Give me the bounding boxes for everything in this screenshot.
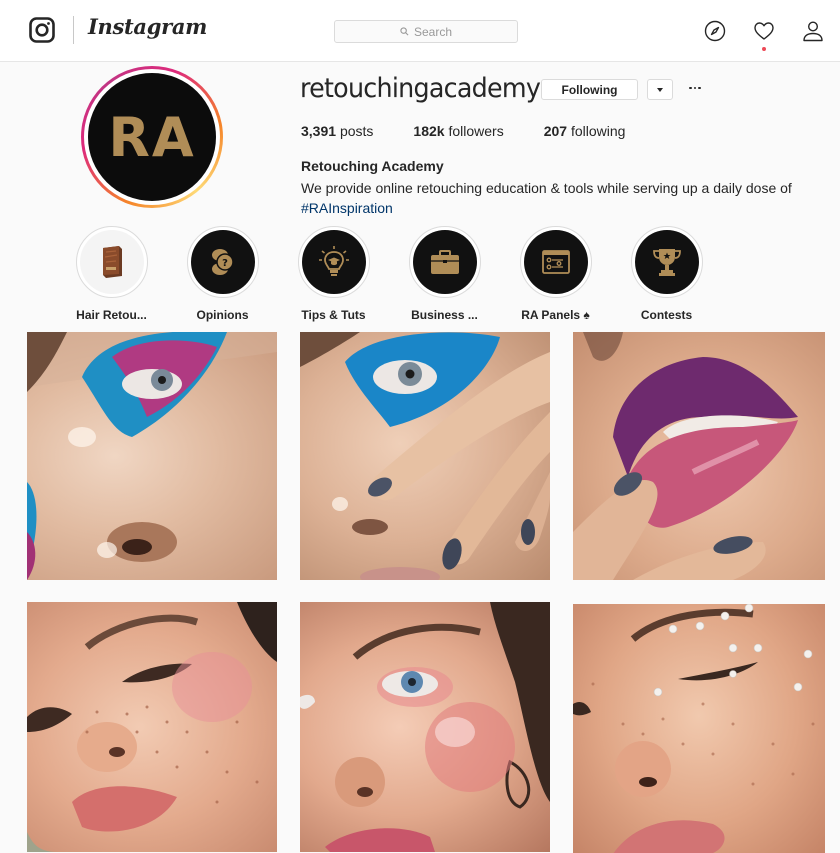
posts-stat: 3,391 posts	[301, 123, 374, 139]
activity-heart-icon[interactable]	[753, 20, 775, 51]
logo-divider	[73, 16, 74, 44]
highlight-label: Tips & Tuts	[301, 308, 366, 322]
profile-stats: 3,391 posts 182k followers 207 following	[301, 123, 665, 139]
post-thumbnail[interactable]	[300, 602, 550, 852]
suggestions-dropdown-button[interactable]	[647, 79, 673, 100]
post-image	[573, 332, 798, 580]
followers-stat[interactable]: 182k followers	[413, 123, 503, 139]
nav-icons	[704, 20, 824, 51]
highlight-label: RA Panels ♠	[521, 308, 590, 322]
profile-user-icon[interactable]	[802, 20, 824, 42]
search-icon	[400, 27, 409, 36]
highlight-opinions[interactable]: ? Opinions	[167, 226, 278, 322]
profile-username: retouchingacademy	[300, 73, 541, 104]
profile-avatar-story-ring[interactable]: RA	[81, 66, 223, 208]
story-highlights: Hair Retou... ? Opinions Tips & Tuts Bus…	[56, 226, 722, 322]
briefcase-icon	[412, 230, 477, 294]
caret-down-icon	[657, 87, 663, 92]
bio-hashtag-link[interactable]: #RAInspiration	[301, 198, 393, 218]
notification-dot	[762, 47, 766, 51]
speech-bubbles-question-icon: ?	[190, 230, 255, 294]
lightbulb-graduation-icon	[301, 230, 366, 294]
post-thumbnail[interactable]	[27, 332, 277, 580]
instagram-wordmark[interactable]: Instagram	[88, 14, 207, 39]
post-image	[27, 332, 277, 580]
highlight-label: Contests	[640, 308, 693, 322]
highlight-hair-retouching[interactable]: Hair Retou...	[56, 226, 167, 322]
highlight-ra-panels[interactable]: RA Panels ♠	[500, 226, 611, 322]
profile-bio: We provide online retouching education &…	[301, 180, 792, 196]
post-image	[573, 604, 815, 853]
following-button[interactable]: Following	[541, 79, 638, 100]
highlight-label: Business ...	[411, 308, 478, 322]
more-options-button[interactable]	[686, 79, 704, 97]
highlight-label: Opinions	[196, 308, 249, 322]
highlight-contests[interactable]: Contests	[611, 226, 722, 322]
instagram-profile-page: Instagram Search RA retouchingacademy Fo…	[0, 0, 840, 853]
highlight-label: Hair Retou...	[76, 308, 147, 322]
svg-text:?: ?	[222, 258, 228, 269]
post-image	[300, 332, 550, 580]
trophy-icon	[634, 230, 699, 294]
profile-display-name: Retouching Academy	[301, 158, 444, 174]
post-image	[27, 602, 277, 852]
search-placeholder: Search	[413, 24, 453, 39]
following-stat[interactable]: 207 following	[544, 123, 626, 139]
instagram-camera-icon[interactable]	[29, 17, 55, 43]
highlight-tips-tuts[interactable]: Tips & Tuts	[278, 226, 389, 322]
post-thumbnail[interactable]	[573, 332, 825, 580]
explore-compass-icon[interactable]	[704, 20, 726, 42]
post-image	[300, 602, 550, 852]
search-input[interactable]: Search	[334, 20, 518, 43]
highlight-business[interactable]: Business ...	[389, 226, 500, 322]
post-thumbnail[interactable]	[27, 602, 277, 852]
profile-avatar: RA	[88, 73, 216, 201]
panel-window-icon	[523, 230, 588, 294]
post-thumbnail[interactable]	[300, 332, 550, 580]
top-nav-bar: Instagram Search	[0, 0, 840, 62]
post-thumbnail[interactable]	[573, 604, 825, 853]
product-box-icon	[79, 230, 144, 294]
